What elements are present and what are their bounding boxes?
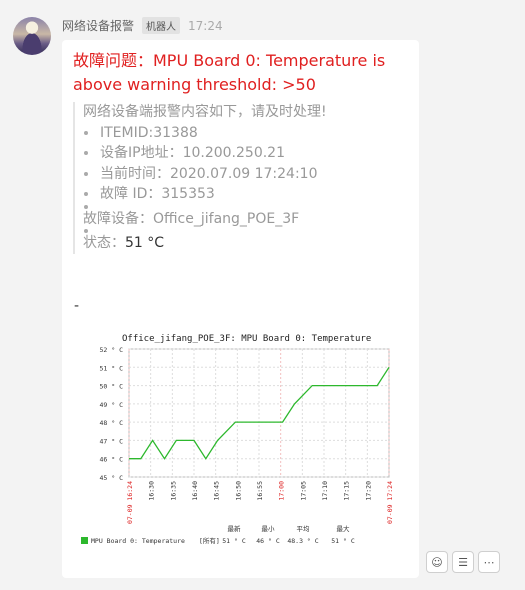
list-item: ITEMID:31388 <box>83 123 403 144</box>
legend-header: 最大 <box>337 524 351 533</box>
bullet-icon <box>84 204 88 209</box>
bullet-icon <box>84 171 88 176</box>
bot-badge: 机器人 <box>142 17 181 34</box>
message-time: 17:24 <box>188 18 223 33</box>
legend-header: 最小 <box>262 524 276 533</box>
x-tick-label: 17:20 <box>364 481 372 501</box>
bullet-icon <box>84 192 88 197</box>
device-value: Office_jifang_POE_3F <box>153 210 300 227</box>
temperature-chart[interactable]: Office_jifang_POE_3F: MPU Board 0: Tempe… <box>62 325 419 555</box>
y-tick-label: 45 ° C <box>100 474 124 482</box>
bullet-icon <box>84 151 88 156</box>
alert-quote: 网络设备端报警内容如下，请及时处理! ITEMID:31388 设备IP地址：1… <box>73 102 403 254</box>
more-icon: ⋯ <box>483 555 495 569</box>
more-button[interactable]: ⋯ <box>478 551 500 573</box>
alert-intro: 网络设备端报警内容如下，请及时处理! <box>83 104 327 120</box>
separator-dash: - <box>74 298 80 314</box>
legend-value: 51 ° C <box>222 537 246 545</box>
emoji-button[interactable]: ☺ <box>426 551 448 573</box>
message-title: 故障问题：MPU Board 0: Temperature is above w… <box>73 51 386 94</box>
message-actions: ☺ ☰ ⋯ <box>426 551 500 573</box>
reply-icon: ☰ <box>458 555 468 569</box>
x-tick-label: 16:55 <box>256 481 264 501</box>
legend-row-label: [所有] <box>199 536 220 545</box>
legend-value: 46 ° C <box>256 537 280 545</box>
x-tick-label: 17:00 <box>278 481 286 501</box>
avatar[interactable] <box>13 17 51 55</box>
status-line: 状态：51 °C <box>83 235 165 251</box>
bullet-icon <box>84 130 88 135</box>
x-tick-label: 16:30 <box>148 481 156 501</box>
list-item: 当前时间：2020.07.09 17:24:10 <box>83 164 403 185</box>
legend-header: 最新 <box>228 524 242 533</box>
x-tick-label: 16:40 <box>191 481 199 501</box>
sender-line: 网络设备报警 机器人 17:24 <box>62 17 223 34</box>
legend-swatch <box>81 537 88 544</box>
y-tick-label: 50 ° C <box>100 383 124 391</box>
legend-series-name: MPU Board 0: Temperature <box>91 537 185 545</box>
x-tick-label: 17:10 <box>321 481 329 501</box>
message-bubble: 故障问题：MPU Board 0: Temperature is above w… <box>62 40 419 578</box>
smile-icon: ☺ <box>431 555 443 569</box>
x-tick-label: 16:50 <box>234 481 242 501</box>
sender-name[interactable]: 网络设备报警 <box>62 17 134 34</box>
legend-value: 51 ° C <box>331 537 355 545</box>
legend-header: 平均 <box>297 524 311 533</box>
legend-value: 48.3 ° C <box>287 537 318 545</box>
list-item: 设备IP地址：10.200.250.21 <box>83 143 403 164</box>
y-tick-label: 52 ° C <box>100 346 124 354</box>
y-tick-label: 51 ° C <box>100 364 124 372</box>
x-tick-label: 07-09 17:24 <box>386 481 394 524</box>
y-tick-label: 47 ° C <box>100 437 124 445</box>
reply-button[interactable]: ☰ <box>452 551 474 573</box>
x-tick-label: 17:05 <box>299 481 307 501</box>
list-item: 故障 ID：315353 <box>83 184 403 205</box>
x-tick-label: 16:45 <box>213 481 221 501</box>
y-tick-label: 48 ° C <box>100 419 124 427</box>
x-tick-label: 16:35 <box>169 481 177 501</box>
chart-title: Office_jifang_POE_3F: MPU Board 0: Tempe… <box>122 334 371 344</box>
device-line: 故障设备：Office_jifang_POE_3F <box>83 210 300 227</box>
y-tick-label: 49 ° C <box>100 401 124 409</box>
x-tick-label: 07-09 16:24 <box>126 481 134 524</box>
status-value: 51 °C <box>125 235 165 251</box>
x-tick-label: 17:15 <box>343 481 351 501</box>
y-tick-label: 46 ° C <box>100 456 124 464</box>
